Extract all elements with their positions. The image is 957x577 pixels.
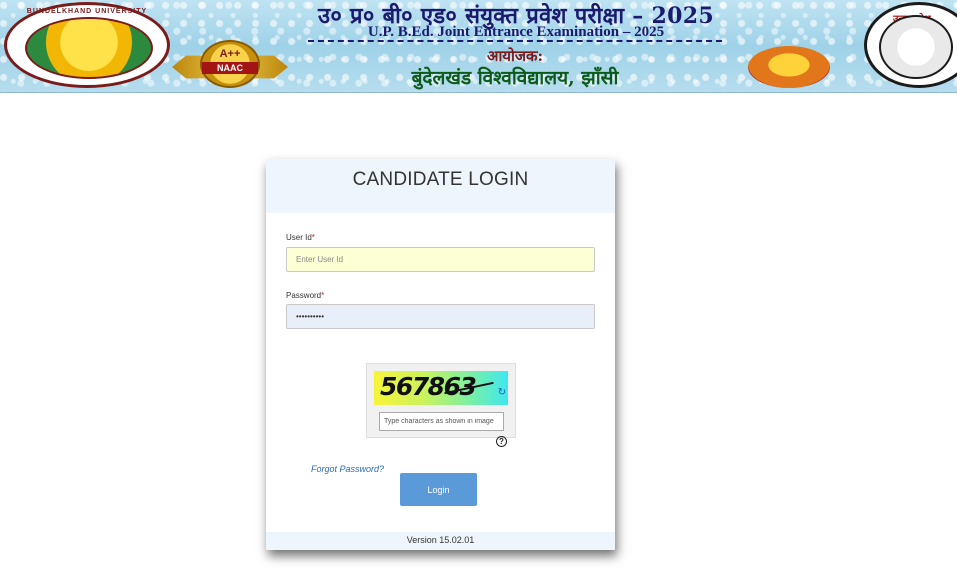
naac-badge: A++ NAAC xyxy=(200,40,260,88)
right-logo-seal xyxy=(879,15,953,79)
password-input[interactable] xyxy=(286,304,595,329)
exam-title-english: U.P. B.Ed. Joint Entrance Examination – … xyxy=(367,24,665,40)
login-card-footer: Version 15.02.01 xyxy=(266,532,615,550)
university-name: बुंदेलखंड विश्वविद्यालय, झाँसी xyxy=(411,67,619,89)
captcha-input[interactable] xyxy=(379,412,504,431)
refresh-captcha-icon[interactable]: ↻ xyxy=(497,388,507,398)
password-label-text: Password xyxy=(286,291,322,300)
captcha-image: 567863 ↻ xyxy=(374,371,508,405)
password-label: Password* xyxy=(286,291,324,300)
required-mark: * xyxy=(321,291,325,300)
captcha-text: 567863 xyxy=(380,372,477,401)
login-button[interactable]: Login xyxy=(400,473,477,506)
login-title: CANDIDATE LOGIN xyxy=(352,169,529,190)
event-logo xyxy=(748,46,830,88)
naac-label: NAAC xyxy=(202,62,258,74)
title-divider xyxy=(308,40,722,42)
left-logo-emblem xyxy=(25,17,153,79)
user-id-label-text: User Id xyxy=(286,233,312,242)
header-banner: BUNDELKHAND UNIVERSITY A++ NAAC उ० प्र० … xyxy=(0,0,957,93)
user-id-input[interactable] xyxy=(286,247,595,272)
user-id-label: User Id* xyxy=(286,233,315,242)
bundelkhand-university-logo: BUNDELKHAND UNIVERSITY xyxy=(4,2,170,88)
organizer-label: आयोजक: xyxy=(486,47,544,65)
captcha-help-icon[interactable]: ? xyxy=(496,436,507,447)
required-mark: * xyxy=(311,233,315,242)
naac-grade: A++ xyxy=(219,48,241,60)
forgot-password-link[interactable]: Forgot Password? xyxy=(311,464,384,474)
login-card-header: CANDIDATE LOGIN xyxy=(266,159,615,213)
uttar-pradesh-emblem: उत्तर प्रदेश xyxy=(864,2,957,88)
login-card: CANDIDATE LOGIN User Id* Password* 56786… xyxy=(266,159,615,550)
captcha-box: 567863 ↻ xyxy=(366,363,516,438)
left-logo-text: BUNDELKHAND UNIVERSITY xyxy=(26,8,148,15)
version-text: Version 15.02.01 xyxy=(406,535,475,545)
